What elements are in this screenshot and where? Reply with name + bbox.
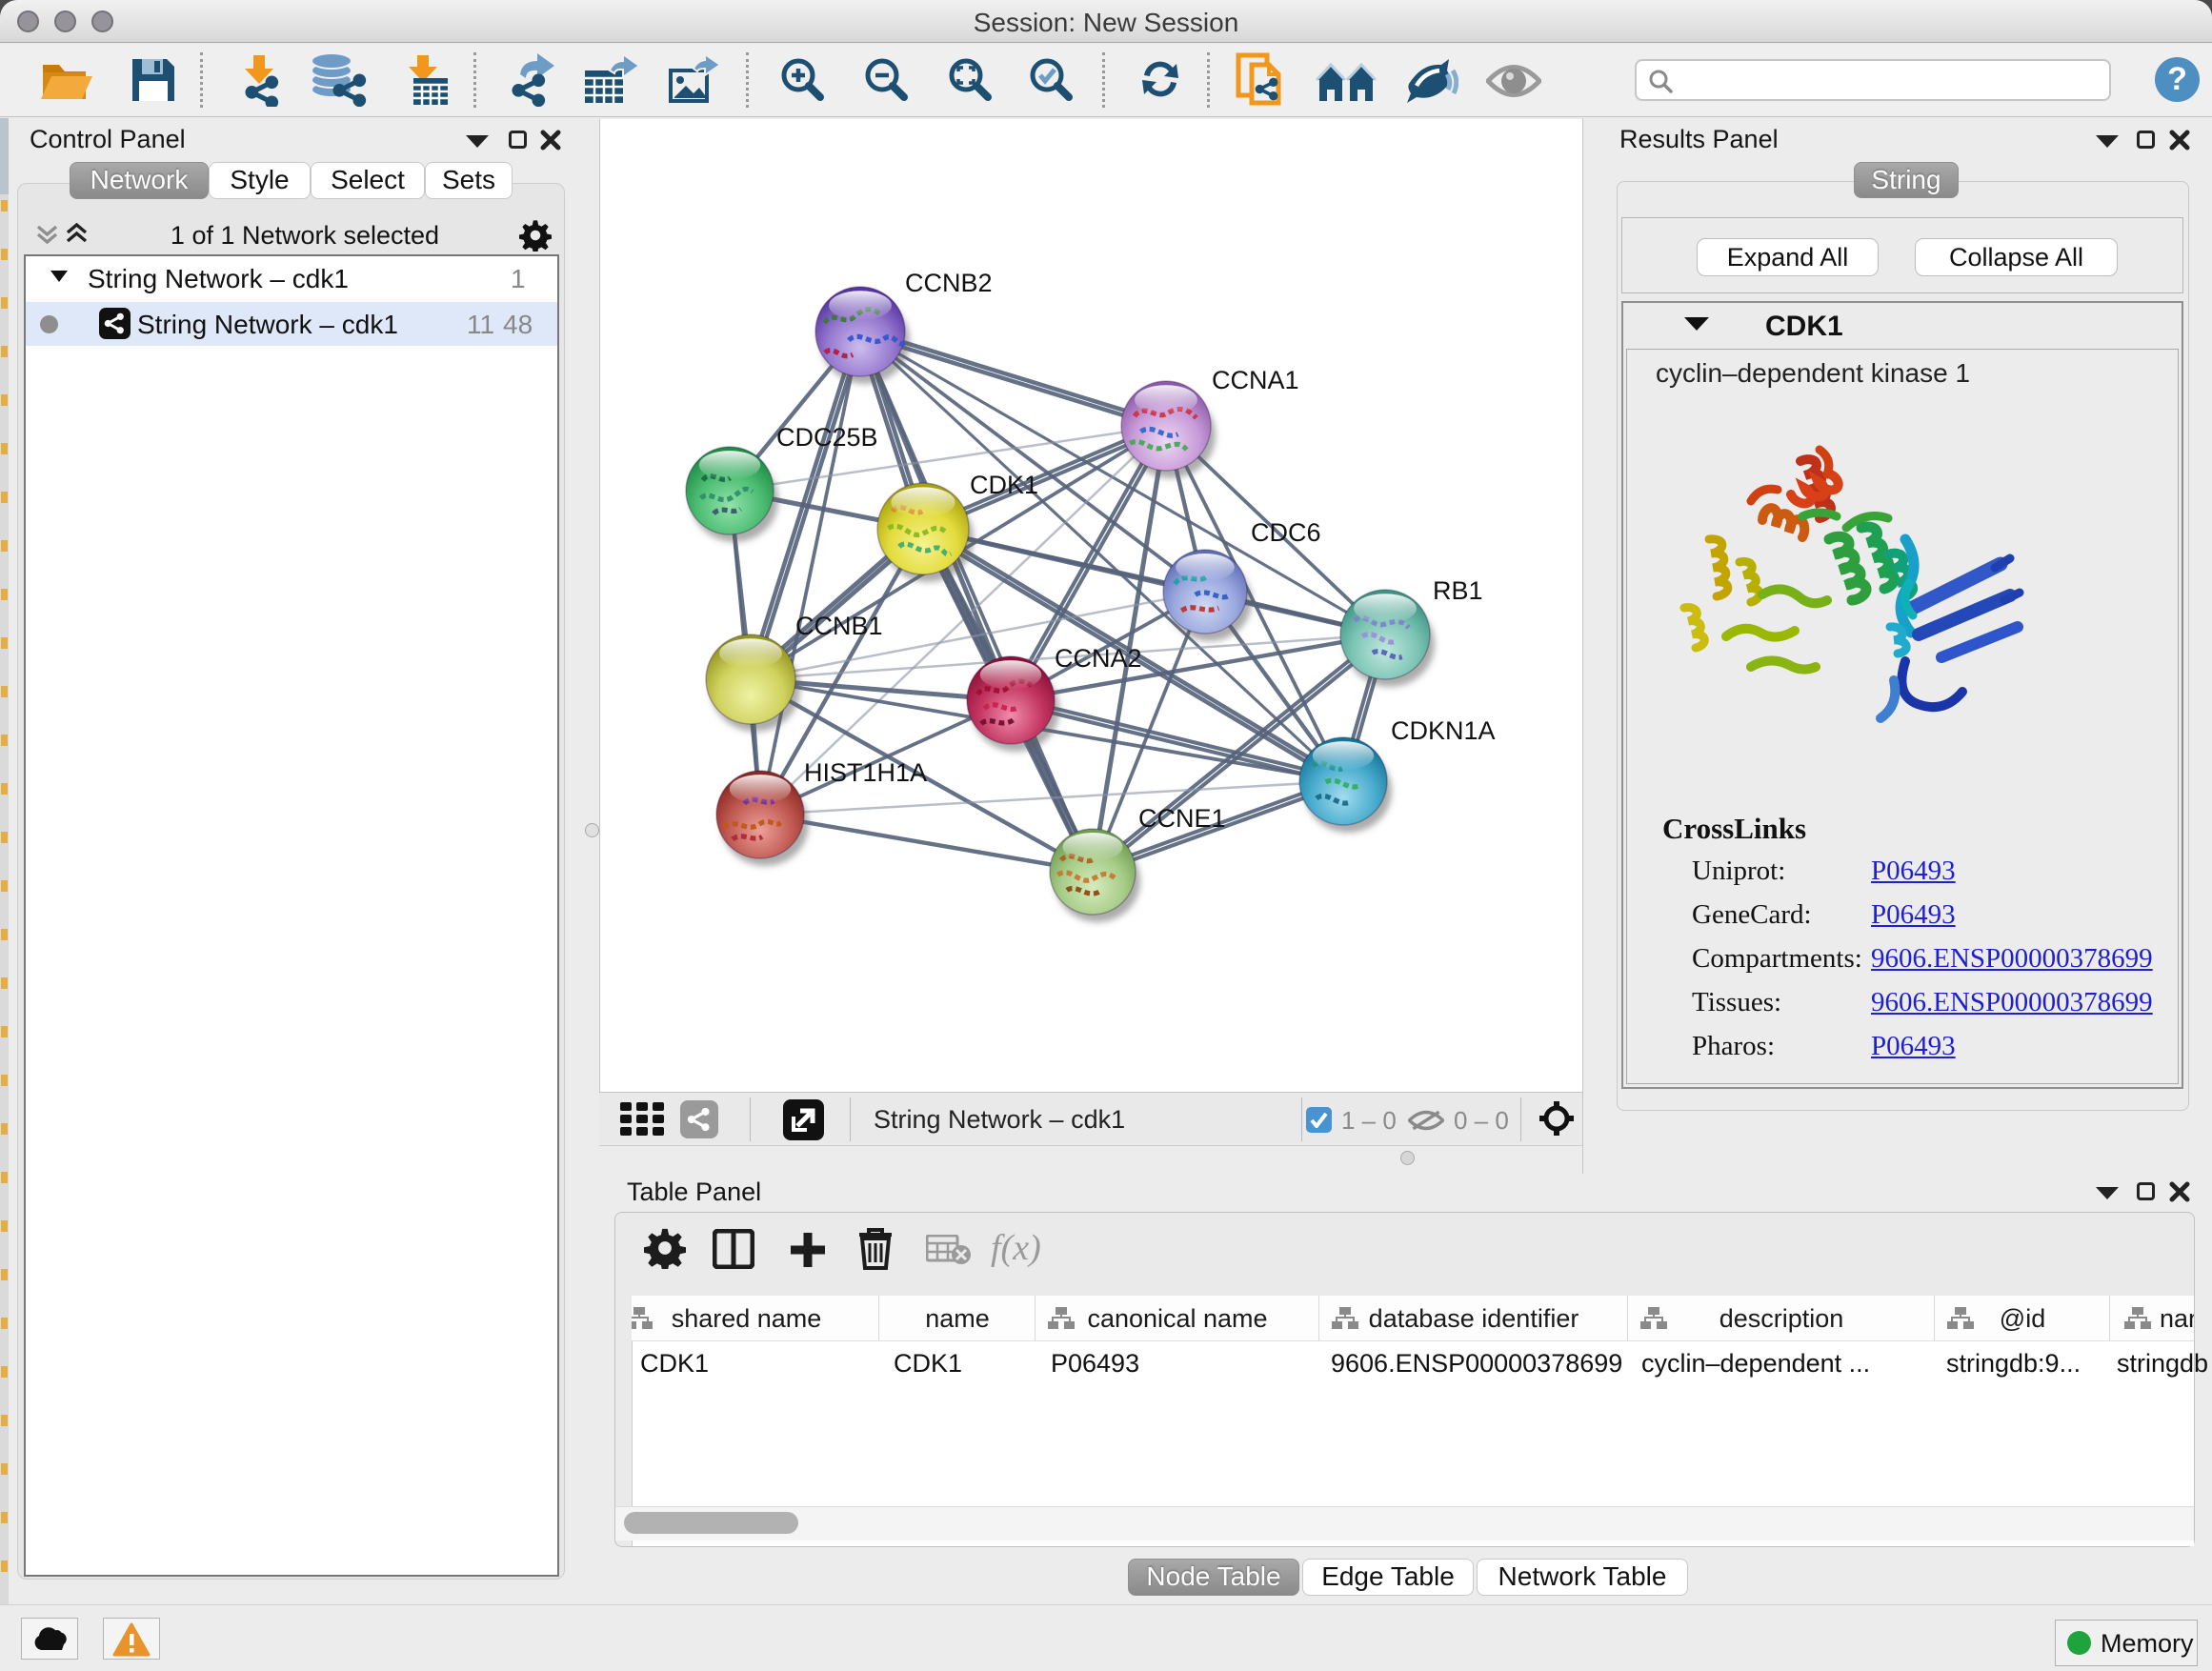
svg-text:CCNB1: CCNB1 [795, 612, 883, 640]
svg-text:RB1: RB1 [1433, 576, 1483, 605]
svg-text:CCNA1: CCNA1 [1212, 366, 1299, 394]
svg-text:CDC6: CDC6 [1251, 518, 1321, 547]
svg-text:CDC25B: CDC25B [776, 423, 878, 452]
svg-text:CCNE1: CCNE1 [1138, 804, 1226, 833]
svg-text:HIST1H1A: HIST1H1A [804, 758, 927, 787]
svg-text:CDKN1A: CDKN1A [1391, 716, 1496, 745]
svg-text:CDK1: CDK1 [970, 471, 1038, 499]
svg-text:CCNB2: CCNB2 [905, 269, 993, 297]
svg-text:CCNA2: CCNA2 [1055, 644, 1142, 673]
